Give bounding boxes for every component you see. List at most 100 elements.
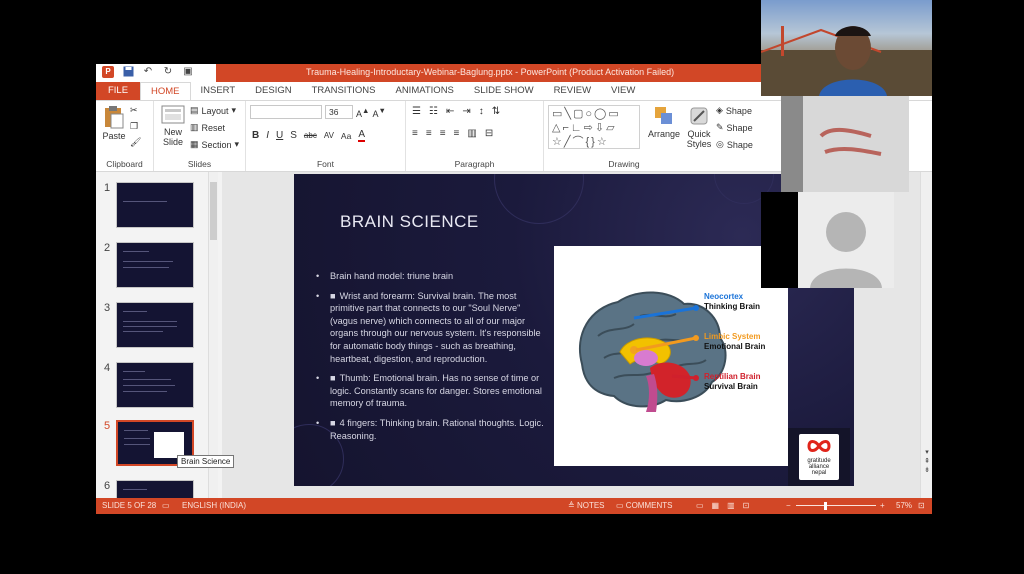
section-icon: ▦ <box>190 139 199 149</box>
shapes-gallery[interactable]: ▭╲▢○◯▭ △⌐∟⇨⇩▱ ☆╱⌒{}☆ <box>548 105 640 149</box>
slide-thumbnail-3[interactable] <box>116 302 194 348</box>
paste-button[interactable]: Paste <box>100 105 128 141</box>
italic-button[interactable]: I <box>266 130 269 141</box>
underline-button[interactable]: U <box>276 130 283 141</box>
new-slide-button[interactable]: New Slide <box>158 105 188 147</box>
label-neocortex-name: Neocortex <box>704 292 744 301</box>
align-center-icon[interactable]: ≡ <box>426 128 432 139</box>
drawing-group: ▭╲▢○◯▭ △⌐∟⇨⇩▱ ☆╱⌒{}☆ Arrange Quick Styles … <box>544 101 764 171</box>
editor-scrollbar[interactable]: ▾ ⇞ ⇟ <box>920 172 932 498</box>
slides-group: New Slide ▤ Layout ▾ ▥ Reset ▦ Section ▾ Slid… <box>154 101 246 171</box>
shape-fill-label: Shape <box>725 105 752 116</box>
tab-animations[interactable]: ANIMATIONS <box>385 82 463 100</box>
shape-effects-button[interactable]: ◎ Shape <box>716 139 753 150</box>
tab-view[interactable]: VIEW <box>601 82 645 100</box>
undo-icon[interactable]: ↶ <box>142 66 154 78</box>
font-color-button[interactable]: A <box>358 129 365 142</box>
bold-button[interactable]: B <box>252 130 259 141</box>
zoom-slider-thumb[interactable] <box>824 502 827 510</box>
chevron-down-icon: ▾ <box>234 139 240 149</box>
section-label: Section <box>201 139 232 150</box>
change-case-button[interactable]: Aa <box>341 131 351 141</box>
format-painter-icon[interactable]: 🖌 <box>130 137 141 148</box>
cut-icon[interactable]: ✂ <box>130 105 138 116</box>
label-limbic-name: Limbic System <box>704 332 761 341</box>
zoom-slider[interactable] <box>796 505 876 506</box>
bullets-icon[interactable]: ☰ <box>412 106 421 117</box>
slide-bullets[interactable]: Brain hand model: triune brain ■Wrist an… <box>316 270 550 449</box>
slide-nav-arrows[interactable]: ▾ ⇞ ⇟ <box>922 448 932 475</box>
numbering-icon[interactable]: ☷ <box>429 106 438 117</box>
shrink-font-icon[interactable]: A▼ <box>372 106 385 119</box>
language-indicator[interactable]: ENGLISH (INDIA) <box>182 501 246 510</box>
layout-icon: ▤ <box>190 105 199 115</box>
bullet-marker: ■ <box>330 417 336 428</box>
reset-button[interactable]: ▥ Reset <box>190 122 225 133</box>
tab-design[interactable]: DESIGN <box>245 82 301 100</box>
copy-icon[interactable]: ❐ <box>130 121 138 132</box>
notes-button[interactable]: ≜ NOTES <box>568 501 605 510</box>
quick-styles-button[interactable]: Quick Styles <box>684 105 714 149</box>
quick-access-toolbar: P ↶ ↻ ▣ <box>102 66 194 78</box>
label-neocortex-desc: Thinking Brain <box>704 302 760 311</box>
font-family-select[interactable] <box>250 105 322 119</box>
text-direction-icon[interactable]: ⇅ <box>492 106 500 117</box>
triune-brain-image[interactable]: Neocortex Thinking Brain Limbic System E… <box>554 246 788 466</box>
layout-button[interactable]: ▤ Layout ▾ <box>190 105 236 116</box>
section-button[interactable]: ▦ Section ▾ <box>190 139 239 150</box>
line-spacing-icon[interactable]: ↕ <box>479 106 484 117</box>
window-title: Trauma-Healing-Introductary-Webinar-Bagl… <box>306 67 675 77</box>
align-right-icon[interactable]: ≡ <box>440 128 446 139</box>
slide-thumbnail-4[interactable] <box>116 362 194 408</box>
participant-video-1 <box>761 0 932 96</box>
label-limbic-desc: Emotional Brain <box>704 342 766 351</box>
comment-icon: ▭ <box>616 501 624 510</box>
scrollbar-thumb[interactable] <box>210 182 217 240</box>
font-size-select[interactable]: 36 <box>325 105 353 119</box>
slide-title[interactable]: BRAIN SCIENCE <box>340 212 479 232</box>
zoom-out-button[interactable]: − <box>786 501 791 510</box>
slide-thumbnail-1[interactable] <box>116 182 194 228</box>
notes-label: NOTES <box>576 501 605 510</box>
align-left-icon[interactable]: ≡ <box>412 128 418 139</box>
proofing-icon[interactable]: ▭ <box>162 501 170 510</box>
slide-thumbnail-6[interactable] <box>116 480 194 498</box>
zoom-in-button[interactable]: + <box>880 501 885 510</box>
participant-video-3 <box>798 192 894 288</box>
fit-slide-icon[interactable]: ⊡ <box>918 501 925 510</box>
bullet-item: ■Thumb: Emotional brain. Has no sense of… <box>316 372 550 410</box>
zoom-level[interactable]: 57% <box>896 501 912 510</box>
thumbnail-tooltip: Brain Science <box>177 455 235 468</box>
redo-icon[interactable]: ↻ <box>162 66 174 78</box>
view-buttons[interactable]: ▭▦▥⊡ <box>696 501 757 510</box>
columns-icon[interactable]: ▥ <box>467 128 476 139</box>
tab-home[interactable]: HOME <box>140 82 191 100</box>
arrange-button[interactable]: Arrange <box>646 105 682 139</box>
shadow-button[interactable]: S <box>290 130 297 141</box>
increase-indent-icon[interactable]: ⇥ <box>462 106 470 117</box>
clipboard-group: Paste ✂ ❐ 🖌 Clipboard <box>96 101 154 171</box>
shape-fill-button[interactable]: ◈ Shape <box>716 105 752 116</box>
tab-slide-show[interactable]: SLIDE SHOW <box>464 82 544 100</box>
comments-button[interactable]: ▭ COMMENTS <box>616 501 672 510</box>
strikethrough-button[interactable]: abc <box>304 131 317 140</box>
char-spacing-button[interactable]: AV <box>324 131 334 140</box>
slide-thumbnail-2[interactable] <box>116 242 194 288</box>
new-slide-label-2: Slide <box>162 137 183 147</box>
start-slideshow-icon[interactable]: ▣ <box>182 66 194 78</box>
shape-outline-button[interactable]: ✎ Shape <box>716 122 753 133</box>
decrease-indent-icon[interactable]: ⇤ <box>446 106 454 117</box>
save-icon[interactable] <box>122 66 134 78</box>
tab-insert[interactable]: INSERT <box>191 82 246 100</box>
tab-file[interactable]: FILE <box>96 82 140 100</box>
justify-icon[interactable]: ≡ <box>454 128 460 139</box>
thumbnails-scrollbar[interactable] <box>208 172 218 498</box>
font-format-row: B I U S abc AV Aa A <box>252 129 365 142</box>
bullet-text: Thumb: Emotional brain. Has no sense of … <box>330 373 542 409</box>
tab-transitions[interactable]: TRANSITIONS <box>302 82 386 100</box>
grow-font-icon[interactable]: A▲ <box>356 106 369 119</box>
tab-review[interactable]: REVIEW <box>544 82 601 100</box>
bullet-text: Brain hand model: triune brain <box>330 271 454 281</box>
drawing-group-label: Drawing <box>608 159 640 169</box>
align-text-icon[interactable]: ⊟ <box>485 128 493 139</box>
